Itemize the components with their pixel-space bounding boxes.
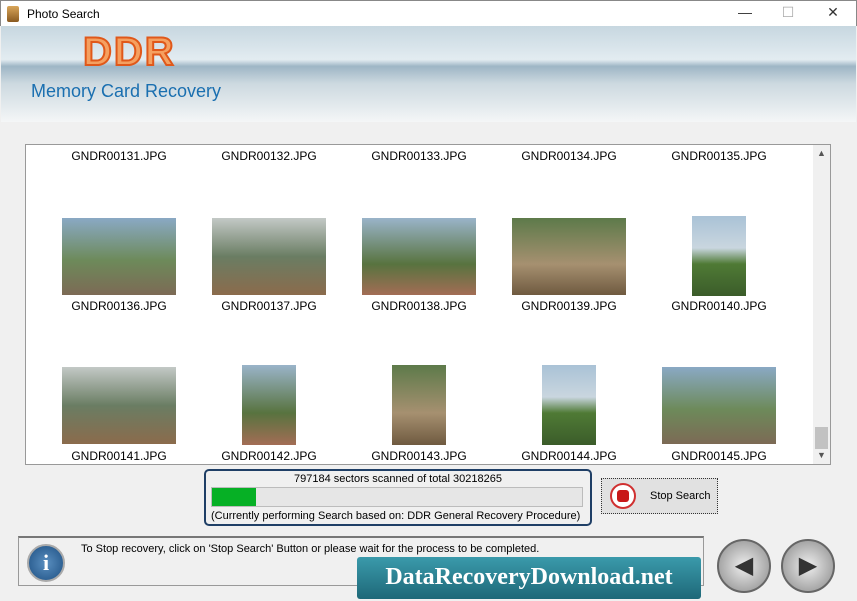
status-message: To Stop recovery, click on 'Stop Search'… [81, 543, 540, 555]
photo-filename: GNDR00132.JPG [221, 149, 317, 163]
close-button[interactable]: ✕ [813, 4, 853, 24]
photo-filename: GNDR00142.JPG [221, 449, 317, 463]
progress-bar [211, 487, 583, 507]
photo-thumbnail[interactable] [62, 217, 176, 295]
photo-thumbnail[interactable] [392, 365, 446, 445]
photo-filename: GNDR00135.JPG [671, 149, 767, 163]
photo-filename: GNDR00140.JPG [671, 299, 767, 313]
photo-thumbnail[interactable] [62, 366, 176, 444]
info-icon: i [27, 544, 65, 582]
photo-filename: GNDR00133.JPG [371, 149, 467, 163]
photo-filename: GNDR00144.JPG [521, 449, 617, 463]
photo-filename: GNDR00139.JPG [521, 299, 617, 313]
stop-icon [610, 483, 636, 509]
photo-filename: GNDR00143.JPG [371, 449, 467, 463]
back-button[interactable]: ◀ [717, 539, 771, 593]
brand-banner: DataRecoveryDownload.net [357, 557, 701, 599]
next-button[interactable]: ▶ [781, 539, 835, 593]
photo-filename: GNDR00134.JPG [521, 149, 617, 163]
photo-filename: GNDR00141.JPG [71, 449, 167, 463]
ddr-logo: DDR [82, 29, 176, 75]
progress-fill [212, 488, 257, 506]
vertical-scrollbar[interactable]: ▲ ▼ [813, 145, 830, 464]
progress-panel: 797184 sectors scanned of total 30218265… [204, 469, 592, 526]
sectors-status: 797184 sectors scanned of total 30218265 [294, 473, 502, 485]
scroll-up-icon[interactable]: ▲ [813, 145, 830, 162]
photo-gallery: ▲ ▼ GNDR00131.JPG GNDR00132.JPG GNDR00133.… [25, 144, 831, 465]
photo-thumbnail[interactable] [662, 366, 776, 444]
photo-thumbnail[interactable] [212, 217, 326, 295]
photo-filename: GNDR00138.JPG [371, 299, 467, 313]
header-banner: DDR Memory Card Recovery [1, 26, 856, 122]
scroll-down-icon[interactable]: ▼ [813, 447, 830, 464]
photo-thumbnail[interactable] [692, 216, 746, 296]
procedure-text: (Currently performing Search based on: D… [211, 510, 581, 522]
photo-filename: GNDR00145.JPG [671, 449, 767, 463]
photo-filename: GNDR00136.JPG [71, 299, 167, 313]
maximize-button[interactable]: ☐ [768, 4, 808, 24]
minimize-button[interactable]: — [725, 4, 765, 24]
photo-thumbnail[interactable] [362, 217, 476, 295]
photo-thumbnail[interactable] [512, 217, 626, 295]
photo-thumbnail[interactable] [542, 365, 596, 445]
window-title: Photo Search [27, 7, 100, 21]
photo-filename: GNDR00137.JPG [221, 299, 317, 313]
photo-filename: GNDR00131.JPG [71, 149, 167, 163]
scrollbar-thumb[interactable] [815, 427, 828, 449]
title-bar: Photo Search — ☐ ✕ [0, 0, 857, 26]
app-icon [7, 6, 19, 22]
stop-search-label: Stop Search [650, 490, 711, 502]
stop-search-button[interactable]: Stop Search [601, 478, 718, 514]
photo-thumbnail[interactable] [242, 365, 296, 445]
product-name: Memory Card Recovery [31, 81, 222, 101]
